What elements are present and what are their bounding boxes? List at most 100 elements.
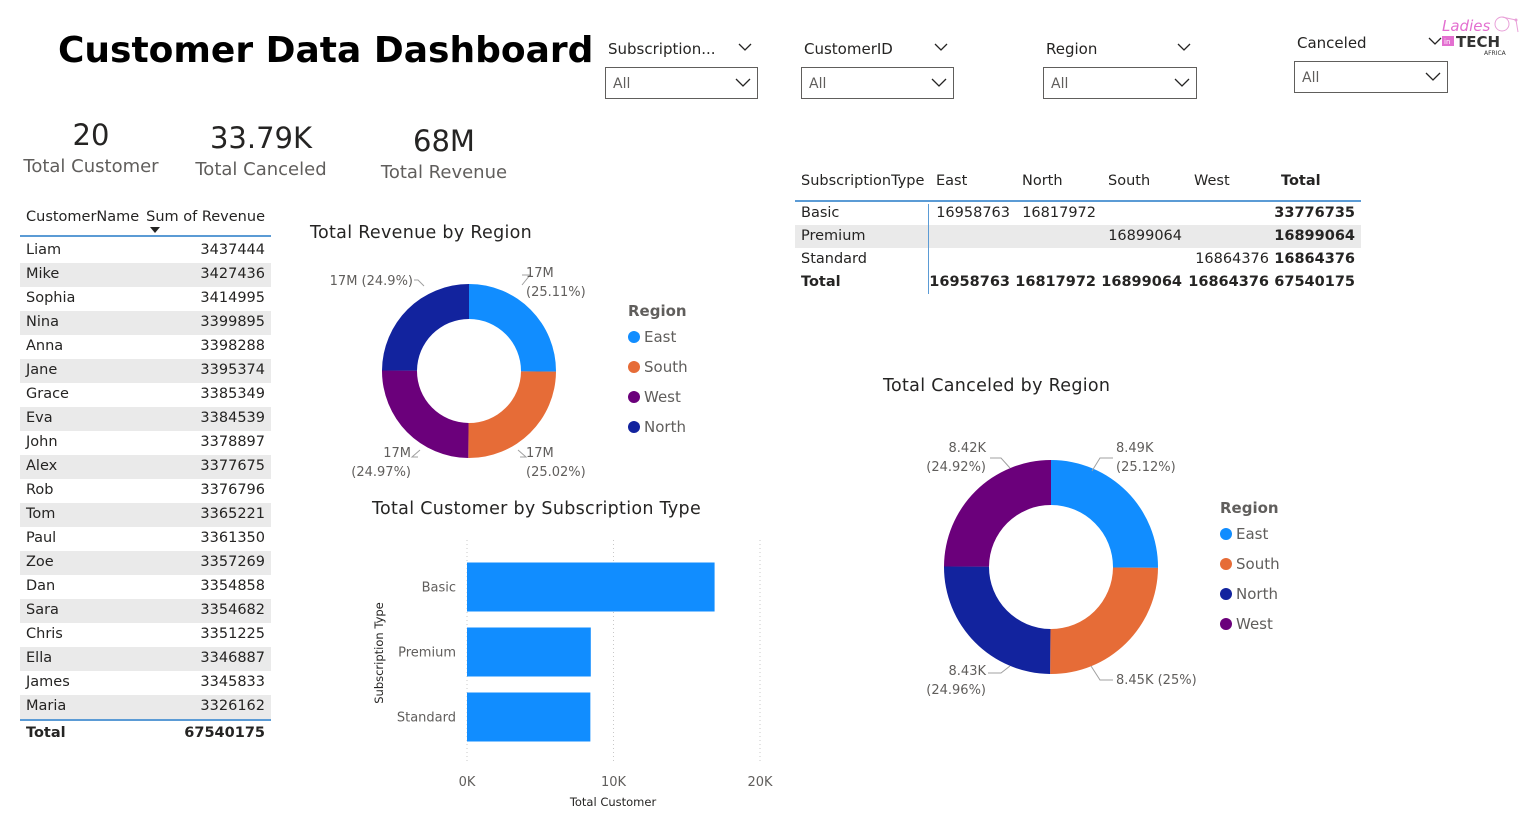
- legend-marker: [628, 391, 640, 403]
- table-row[interactable]: Maria 3326162: [20, 695, 271, 719]
- data-label: 8.49K: [1116, 441, 1154, 456]
- card-total-revenue: 68M Total Revenue: [378, 124, 510, 183]
- card-value: 68M: [413, 124, 475, 158]
- table-row[interactable]: Zoe 3357269: [20, 551, 271, 575]
- customer-name-cell: Eva: [26, 410, 53, 426]
- matrix-cell: 16958763: [936, 205, 1010, 221]
- matrix-row-label: Basic: [801, 205, 840, 221]
- matrix-row[interactable]: Basic 16958763 16817972 33776735: [795, 202, 1361, 225]
- table-row[interactable]: Grace 3385349: [20, 383, 271, 407]
- bar-premium[interactable]: [467, 627, 591, 677]
- donut-slice-south[interactable]: [468, 371, 556, 458]
- table-row[interactable]: Tom 3365221: [20, 503, 271, 527]
- customer-by-subscription-bar-chart[interactable]: 0K 10K 20K Basic Premium Standard Total Custom…: [360, 530, 780, 820]
- customer-name-cell: Dan: [26, 578, 56, 594]
- matrix-col-subscriptiontype[interactable]: SubscriptionType: [801, 173, 924, 189]
- canceled-by-region-donut[interactable]: 8.49K (25.12%) 8.45K (25%) 8.43K (24.96%) 8.4…: [900, 430, 1320, 710]
- bar-basic[interactable]: [467, 562, 715, 612]
- chevron-down-icon[interactable]: [1428, 36, 1442, 46]
- chevron-down-icon[interactable]: [934, 42, 948, 52]
- slicer-subscription-dropdown[interactable]: All: [605, 67, 758, 99]
- legend-item[interactable]: East: [644, 328, 676, 346]
- table-row[interactable]: James 3345833: [20, 671, 271, 695]
- table-row[interactable]: Paul 3361350: [20, 527, 271, 551]
- matrix-cell: 16817972: [1015, 274, 1096, 290]
- slicer-customerid-label: CustomerID: [804, 40, 893, 58]
- table-row[interactable]: Dan 3354858: [20, 575, 271, 599]
- table-row[interactable]: Anna 3398288: [20, 335, 271, 359]
- revenue-by-region-donut[interactable]: 17M (25.11%) 17M (25.02%) 17M (24.97%) 17M (24…: [300, 255, 720, 485]
- sort-descending-icon[interactable]: [150, 227, 160, 233]
- data-label-percent: (24.96%): [926, 683, 986, 698]
- leader-line: [410, 449, 421, 458]
- bar-standard[interactable]: [467, 692, 591, 742]
- customer-name-cell: Sophia: [26, 290, 76, 306]
- table-row[interactable]: Jane 3395374: [20, 359, 271, 383]
- leader-line: [988, 665, 1011, 674]
- table-row[interactable]: Liam 3437444: [20, 239, 271, 263]
- y-axis-title: Subscription Type: [372, 602, 386, 704]
- data-label-percent: (25.02%): [526, 465, 586, 480]
- matrix-col-total[interactable]: Total: [1281, 173, 1321, 189]
- matrix-row[interactable]: Standard 16864376 16864376: [795, 248, 1361, 271]
- data-label: 17M: [526, 266, 554, 281]
- revenue-cell: 3326162: [200, 698, 265, 714]
- matrix-col-south[interactable]: South: [1108, 173, 1150, 189]
- chevron-down-icon[interactable]: [1177, 42, 1191, 52]
- table-row[interactable]: Sara 3354682: [20, 599, 271, 623]
- table-row[interactable]: John 3378897: [20, 431, 271, 455]
- donut-slice-west[interactable]: [944, 460, 1051, 567]
- legend-item[interactable]: North: [644, 418, 686, 436]
- matrix-row[interactable]: Premium 16899064 16899064: [795, 225, 1361, 248]
- customer-name-cell: Sara: [26, 602, 59, 618]
- revenue-cell: 3395374: [200, 362, 265, 378]
- table-row[interactable]: Rob 3376796: [20, 479, 271, 503]
- slicer-region[interactable]: Region All: [1043, 38, 1197, 100]
- legend-item[interactable]: South: [644, 358, 688, 376]
- slicer-canceled-dropdown[interactable]: All: [1294, 61, 1448, 93]
- legend-item[interactable]: West: [1236, 615, 1273, 633]
- legend-item[interactable]: North: [1236, 585, 1278, 603]
- matrix-col-west[interactable]: West: [1194, 173, 1230, 189]
- slicer-customerid[interactable]: CustomerID All: [801, 38, 954, 100]
- matrix-total-row[interactable]: Total 16958763 16817972 16899064 16864376 675…: [795, 271, 1361, 294]
- donut-slice-north[interactable]: [944, 566, 1051, 674]
- column-header-customername[interactable]: CustomerName: [26, 209, 139, 225]
- chevron-down-icon[interactable]: [738, 42, 752, 52]
- table-row[interactable]: Nina 3399895: [20, 311, 271, 335]
- slicer-region-dropdown[interactable]: All: [1043, 67, 1197, 99]
- legend-item[interactable]: South: [1236, 555, 1280, 573]
- donut-slice-west[interactable]: [382, 370, 469, 458]
- slicer-canceled[interactable]: Canceled All: [1294, 33, 1448, 95]
- table-row[interactable]: Mike 3427436: [20, 263, 271, 287]
- data-label: 17M: [526, 446, 554, 461]
- legend-item[interactable]: West: [644, 388, 681, 406]
- slicer-subscription[interactable]: Subscription... All: [605, 38, 758, 100]
- slicer-customerid-dropdown[interactable]: All: [801, 67, 954, 99]
- table-row[interactable]: Alex 3377675: [20, 455, 271, 479]
- matrix-cell: 16899064: [1274, 228, 1355, 244]
- chart-title-canceled-region: Total Canceled by Region: [883, 376, 1111, 396]
- matrix-row-label: Premium: [801, 228, 866, 244]
- column-header-sum-of-revenue[interactable]: Sum of Revenue: [146, 209, 265, 225]
- table-row[interactable]: Chris 3351225: [20, 623, 271, 647]
- card-value: 33.79K: [209, 121, 313, 155]
- donut-slice-north[interactable]: [382, 284, 469, 371]
- matrix-col-north[interactable]: North: [1022, 173, 1063, 189]
- y-tick-label: Premium: [398, 646, 456, 661]
- customer-name-cell: Alex: [26, 458, 58, 474]
- legend-item[interactable]: East: [1236, 525, 1268, 543]
- customer-name-cell: Tom: [26, 506, 56, 522]
- table-row[interactable]: Eva 3384539: [20, 407, 271, 431]
- donut-slice-south[interactable]: [1050, 567, 1158, 674]
- table-row[interactable]: Ella 3346887: [20, 647, 271, 671]
- table-row[interactable]: Sophia 3414995: [20, 287, 271, 311]
- customer-name-cell: Anna: [26, 338, 64, 354]
- matrix-col-east[interactable]: East: [936, 173, 967, 189]
- donut-slice-east[interactable]: [1051, 460, 1158, 568]
- card-label: Total Customer: [23, 156, 159, 177]
- data-label: 17M (24.9%): [330, 274, 413, 289]
- customer-name-cell: Ella: [26, 650, 53, 666]
- revenue-cell: 3345833: [200, 674, 265, 690]
- legend-marker: [628, 331, 640, 343]
